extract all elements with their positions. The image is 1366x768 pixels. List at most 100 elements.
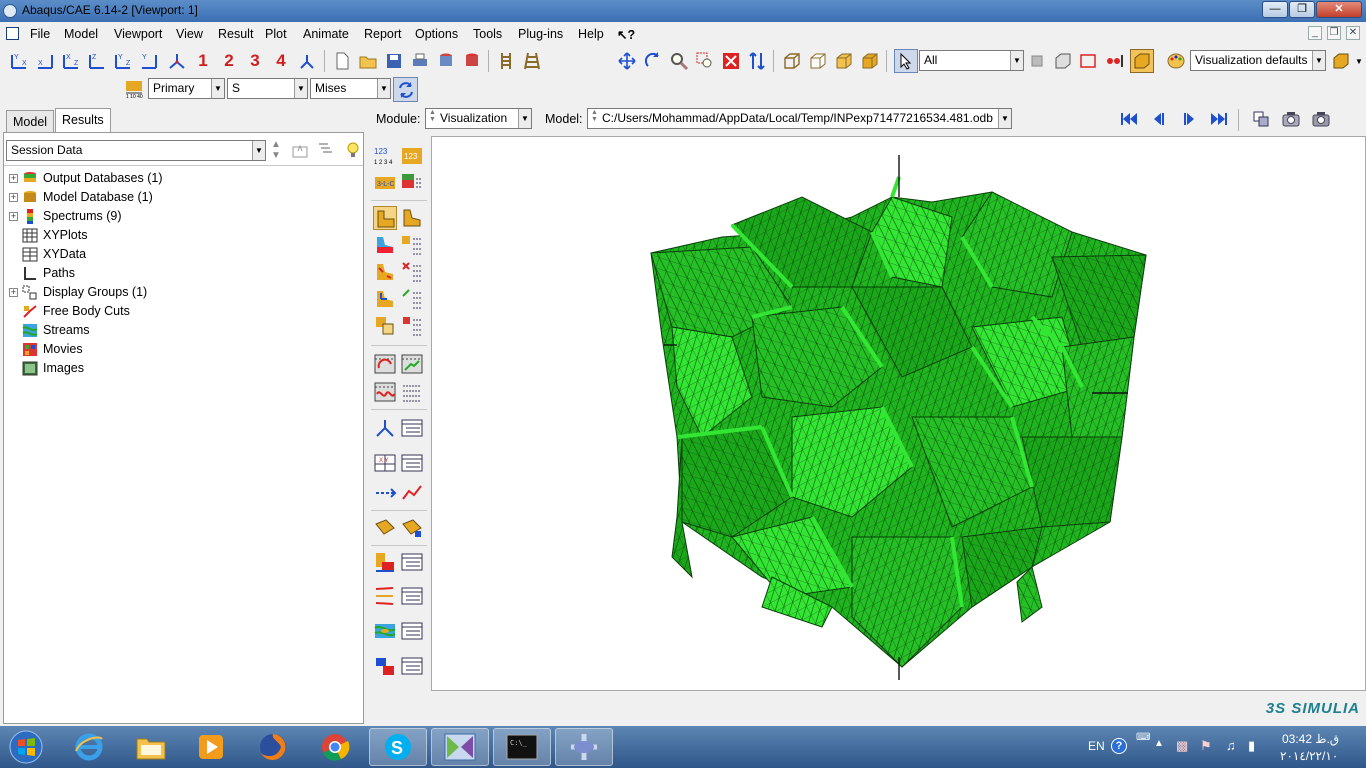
tree-scroll-arrows-icon[interactable]: ▲ ▼ <box>271 139 281 161</box>
tree-item-display-groups[interactable]: + Display Groups (1) <box>4 283 363 302</box>
triad-icon[interactable] <box>296 50 318 72</box>
tree-item-movies[interactable]: Movies <box>4 340 363 359</box>
display-group-create-icon[interactable] <box>400 516 424 540</box>
menu-animate[interactable]: Animate <box>303 27 349 41</box>
menu-plot[interactable]: Plot <box>265 27 287 41</box>
plot-material-orientation-icon[interactable] <box>373 287 397 311</box>
minimize-button[interactable]: — <box>1262 1 1288 18</box>
free-body-cut-icon[interactable] <box>373 516 397 540</box>
language-indicator[interactable]: EN <box>1088 739 1105 753</box>
report-manager-icon[interactable] <box>400 654 424 678</box>
abaqus-app-icon[interactable] <box>3 4 17 18</box>
view-left-icon[interactable]: YZ <box>112 50 134 72</box>
chrome-icon[interactable] <box>306 728 364 766</box>
nodes-icon[interactable] <box>1104 50 1126 72</box>
tree-item-streams[interactable]: Streams <box>4 321 363 340</box>
odb-icon[interactable] <box>461 50 483 72</box>
flow-manager-icon[interactable] <box>400 619 424 643</box>
skype-icon[interactable]: S <box>369 728 427 766</box>
stream-manager-icon[interactable] <box>400 584 424 608</box>
model-select[interactable]: ▲ ▼ C:/Users/Mohammad/AppData/Local/Temp/I… <box>587 108 1012 129</box>
invariant-select[interactable]: Mises ▼ <box>310 78 391 99</box>
tree-item-images[interactable]: Images <box>4 359 363 378</box>
plot-contours-numbers-icon[interactable]: 123 <box>400 144 424 168</box>
viewport-canvas[interactable] <box>431 136 1366 691</box>
ladder-alt-icon[interactable] <box>521 50 543 72</box>
new-file-icon[interactable] <box>331 50 353 72</box>
last-frame-icon[interactable] <box>1208 108 1230 130</box>
tree-item-spectrums[interactable]: + Spectrums (9) <box>4 207 363 226</box>
tray-small-icon[interactable]: ⌨ <box>1136 732 1150 743</box>
menu-plugins[interactable]: Plug-ins <box>518 27 563 41</box>
hidden-line-icon[interactable] <box>807 50 829 72</box>
orientation-options-icon[interactable] <box>400 287 424 311</box>
viewport-layout-icon[interactable] <box>1250 108 1272 130</box>
plot-layers-icon[interactable] <box>400 171 424 195</box>
tree-item-free-body-cuts[interactable]: Free Body Cuts <box>4 302 363 321</box>
mdi-close-icon[interactable]: ✕ <box>1346 26 1360 40</box>
command-prompt-icon[interactable]: C:\_ <box>493 728 551 766</box>
view-cut-icon[interactable] <box>373 550 397 574</box>
action-center-icon[interactable]: ⚑ <box>1200 738 1212 754</box>
shaded-icon[interactable] <box>859 50 881 72</box>
view-back-icon[interactable]: X <box>34 50 56 72</box>
view-right-icon[interactable]: Y <box>138 50 160 72</box>
lightbulb-icon[interactable] <box>342 139 364 161</box>
create-xy-data-icon[interactable] <box>373 416 397 440</box>
menu-viewport[interactable]: Viewport <box>114 27 162 41</box>
display-group-icon[interactable] <box>1052 50 1074 72</box>
plot-contours-icon[interactable] <box>373 233 397 257</box>
rotate-icon[interactable] <box>642 50 664 72</box>
firefox-icon[interactable] <box>244 728 302 766</box>
database-icon[interactable] <box>435 50 457 72</box>
filled-icon[interactable] <box>833 50 855 72</box>
view-iso-icon[interactable] <box>166 50 188 72</box>
start-button-icon[interactable] <box>2 728 50 766</box>
session-data-select[interactable]: Session Data ▼ <box>6 140 266 161</box>
selection-filter-select[interactable]: All ▼ <box>919 50 1024 71</box>
viewport-2-button[interactable]: 2 <box>218 50 240 72</box>
animate-time-history-icon[interactable] <box>400 352 424 376</box>
ladder-icon[interactable] <box>495 50 517 72</box>
network-icon[interactable]: ▩ <box>1176 738 1188 754</box>
menu-report[interactable]: Report <box>364 27 402 41</box>
internet-explorer-icon[interactable] <box>60 728 118 766</box>
menu-options[interactable]: Options <box>415 27 458 41</box>
animate-harmonic-icon[interactable] <box>373 380 397 404</box>
menu-help[interactable]: Help <box>578 27 604 41</box>
tree-item-xydata[interactable]: XYData <box>4 245 363 264</box>
close-button[interactable]: ✕ <box>1316 1 1362 18</box>
tree-item-xyplots[interactable]: XYPlots <box>4 226 363 245</box>
viewport-3-button[interactable]: 3 <box>244 50 266 72</box>
menu-result[interactable]: Result <box>218 27 253 41</box>
system-menu-icon[interactable] <box>6 27 19 40</box>
tree-item-model-database[interactable]: + Model Database (1) <box>4 188 363 207</box>
open-folder-icon[interactable] <box>357 50 379 72</box>
contour-options-icon[interactable] <box>400 233 424 257</box>
mesh-model-render[interactable] <box>432 137 1366 691</box>
xy-plot-manager-icon[interactable] <box>400 451 424 475</box>
sync-field-icon[interactable] <box>393 77 418 102</box>
symbol-options-icon[interactable] <box>400 260 424 284</box>
previous-frame-icon[interactable] <box>1148 108 1170 130</box>
stream-flow-icon[interactable] <box>373 619 397 643</box>
expand-icon[interactable]: + <box>9 193 18 202</box>
report-field-icon[interactable] <box>373 654 397 678</box>
menu-model[interactable]: Model <box>64 27 98 41</box>
plot-symbol-icon[interactable]: 3-L-C <box>373 171 397 195</box>
first-frame-icon[interactable] <box>1118 108 1140 130</box>
plot-undeformed-icon[interactable]: 123 1 2 3 4 <box>373 144 397 168</box>
mdi-restore-icon[interactable]: ❐ <box>1327 26 1341 40</box>
power-icon[interactable]: ▮ <box>1248 738 1255 754</box>
menu-file[interactable]: File <box>30 27 50 41</box>
mdi-minimize-icon[interactable]: _ <box>1308 26 1322 40</box>
pan-icon[interactable] <box>616 50 638 72</box>
step-select[interactable]: Primary ▼ <box>148 78 225 99</box>
camera-icon[interactable] <box>1280 108 1302 130</box>
plot-symbols-icon[interactable] <box>373 260 397 284</box>
tree-item-output-databases[interactable]: + Output Databases (1) <box>4 169 363 188</box>
viewport-4-button[interactable]: 4 <box>270 50 292 72</box>
create-path-icon[interactable] <box>373 481 397 505</box>
file-explorer-icon[interactable] <box>122 728 180 766</box>
box-zoom-icon[interactable] <box>694 50 716 72</box>
